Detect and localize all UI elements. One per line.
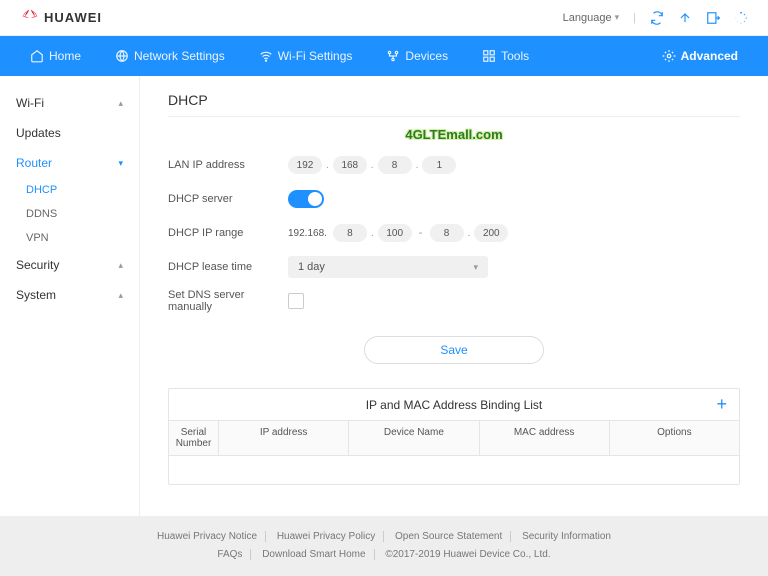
sidebar-vpn[interactable]: VPN [0,226,139,250]
sidebar-updates[interactable]: Updates [0,118,139,148]
header-actions: Language ▾ | [563,11,748,25]
nav-devices[interactable]: Devices [386,49,448,63]
sidebar-ddns[interactable]: DDNS [0,202,139,226]
chevron-up-icon: ▴ [118,290,123,301]
sidebar-security[interactable]: Security▴ [0,250,139,280]
sidebar-system[interactable]: System▴ [0,280,139,310]
col-options: Options [610,421,739,455]
huawei-icon [20,8,40,28]
lease-select[interactable]: 1 day ▾ [288,256,488,278]
dns-label: Set DNS server manually [168,289,288,313]
col-serial: Serial Number [169,421,219,455]
dhcp-server-row: DHCP server [168,182,740,216]
lan-ip-row: LAN IP address 192. 168. 8. 1 [168,148,740,182]
footer-copyright: ©2017-2019 Huawei Device Co., Ltd. [377,549,558,560]
range-start-3[interactable]: 8 [333,224,367,242]
content: Wi-Fi▴ Updates Router▾ DHCP DDNS VPN Sec… [0,76,768,516]
ip-octet-3[interactable]: 8 [378,156,412,174]
sidebar-dhcp[interactable]: DHCP [0,178,139,202]
sidebar-router[interactable]: Router▾ [0,148,139,178]
footer-open-source[interactable]: Open Source Statement [387,531,511,542]
brand-logo: HUAWEI [20,8,102,28]
dhcp-server-label: DHCP server [168,193,288,205]
add-binding-button[interactable]: + [716,394,727,415]
nav-home[interactable]: Home [30,49,81,63]
lease-value: 1 day [298,261,325,273]
footer-security-info[interactable]: Security Information [514,531,619,542]
nav-wifi[interactable]: Wi-Fi Settings [259,49,353,63]
lease-label: DHCP lease time [168,261,288,273]
dhcp-range-label: DHCP IP range [168,227,288,239]
lan-ip-label: LAN IP address [168,159,288,171]
chevron-down-icon: ▾ [473,262,478,273]
binding-columns: Serial Number IP address Device Name MAC… [169,421,739,456]
ip-octet-1[interactable]: 192 [288,156,322,174]
chevron-up-icon: ▴ [118,260,123,271]
loading-icon [734,11,748,25]
divider: | [633,12,636,24]
range-end-4[interactable]: 200 [474,224,508,242]
wifi-icon [259,49,273,63]
refresh-icon[interactable] [650,11,664,25]
range-start-4[interactable]: 100 [378,224,412,242]
binding-body [169,456,739,484]
chevron-down-icon: ▾ [615,12,620,23]
dns-checkbox[interactable] [288,293,304,309]
brand-text: HUAWEI [44,10,102,25]
dhcp-range-row: DHCP IP range 192.168. 8. 100 - 8. 200 [168,216,740,250]
language-label: Language [563,12,612,24]
divider [168,116,740,117]
dns-row: Set DNS server manually [168,284,740,318]
range-end-3[interactable]: 8 [430,224,464,242]
gear-icon [662,49,676,63]
devices-icon [386,49,400,63]
tools-icon [482,49,496,63]
lan-ip-input: 192. 168. 8. 1 [288,156,456,174]
main-nav: Home Network Settings Wi-Fi Settings Dev… [0,36,768,76]
watermark: 4GLTEmall.com [168,127,740,142]
footer-faqs[interactable]: FAQs [209,549,251,560]
binding-list: IP and MAC Address Binding List + Serial… [168,388,740,485]
page-title: DHCP [168,92,740,108]
binding-title: IP and MAC Address Binding List [366,398,543,412]
col-mac: MAC address [480,421,610,455]
range-prefix: 192.168. [288,228,327,239]
upload-icon[interactable] [678,11,692,25]
ip-octet-2[interactable]: 168 [333,156,367,174]
chevron-down-icon: ▾ [118,158,123,169]
home-icon [30,49,44,63]
footer-privacy-notice[interactable]: Huawei Privacy Notice [149,531,266,542]
nav-advanced[interactable]: Advanced [662,49,738,63]
sidebar-wifi[interactable]: Wi-Fi▴ [0,88,139,118]
language-selector[interactable]: Language ▾ [563,12,619,24]
main-panel: DHCP 4GLTEmall.com LAN IP address 192. 1… [140,76,768,516]
globe-icon [115,49,129,63]
save-button[interactable]: Save [364,336,544,364]
col-device: Device Name [349,421,479,455]
nav-network[interactable]: Network Settings [115,49,225,63]
ip-octet-4[interactable]: 1 [422,156,456,174]
logout-icon[interactable] [706,11,720,25]
nav-tools[interactable]: Tools [482,49,529,63]
footer-privacy-policy[interactable]: Huawei Privacy Policy [269,531,384,542]
footer-download[interactable]: Download Smart Home [254,549,374,560]
dhcp-range-input: 192.168. 8. 100 - 8. 200 [288,224,508,242]
sidebar: Wi-Fi▴ Updates Router▾ DHCP DDNS VPN Sec… [0,76,140,516]
chevron-up-icon: ▴ [118,98,123,109]
footer: Huawei Privacy Notice Huawei Privacy Pol… [0,516,768,576]
lease-row: DHCP lease time 1 day ▾ [168,250,740,284]
binding-header: IP and MAC Address Binding List + [169,389,739,421]
dhcp-server-toggle[interactable] [288,190,324,208]
range-dash: - [416,227,426,239]
col-ip: IP address [219,421,349,455]
header: HUAWEI Language ▾ | [0,0,768,36]
